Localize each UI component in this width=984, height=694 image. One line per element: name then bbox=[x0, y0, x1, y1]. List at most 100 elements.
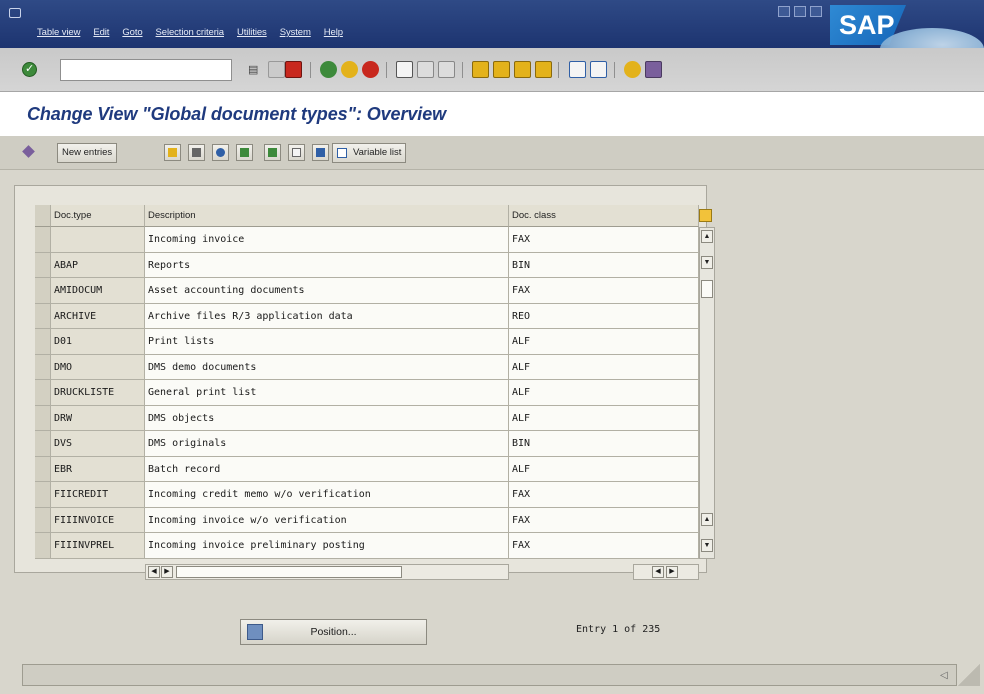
menu-goto[interactable]: Goto bbox=[122, 27, 142, 38]
layout-icon[interactable] bbox=[645, 61, 662, 78]
column-scroll-buttons[interactable]: ◀ ▶ bbox=[633, 564, 699, 580]
deselect-all-icon[interactable] bbox=[288, 144, 305, 161]
cancel-icon[interactable] bbox=[362, 61, 379, 78]
vertical-scroll-thumb[interactable] bbox=[701, 280, 713, 298]
doc-class-cell[interactable]: ALF bbox=[509, 380, 699, 406]
column-scroll-left-icon[interactable]: ◀ bbox=[652, 566, 664, 578]
row-selector[interactable] bbox=[35, 252, 51, 278]
description-cell[interactable]: Archive files R/3 application data bbox=[145, 303, 509, 329]
status-bar-toggle-icon[interactable]: ◁ bbox=[940, 670, 948, 681]
description-cell[interactable]: General print list bbox=[145, 380, 509, 406]
description-cell[interactable]: Incoming credit memo w/o verification bbox=[145, 482, 509, 508]
undo-icon[interactable] bbox=[212, 144, 229, 161]
column-header-doc-class[interactable]: Doc. class bbox=[509, 205, 699, 227]
doc-class-cell[interactable]: FAX bbox=[509, 533, 699, 559]
back-icon[interactable] bbox=[320, 61, 337, 78]
row-selector[interactable] bbox=[35, 507, 51, 533]
row-selector[interactable] bbox=[35, 278, 51, 304]
variable-list-button[interactable]: Variable list bbox=[332, 143, 407, 163]
print-icon[interactable] bbox=[396, 61, 413, 78]
description-cell[interactable]: Incoming invoice bbox=[145, 227, 509, 253]
row-selector[interactable] bbox=[35, 303, 51, 329]
description-cell[interactable]: Incoming invoice preliminary posting bbox=[145, 533, 509, 559]
select-block-icon[interactable] bbox=[264, 144, 281, 161]
enter-icon[interactable] bbox=[22, 62, 37, 77]
new-session-icon[interactable] bbox=[569, 61, 586, 78]
row-selector[interactable] bbox=[35, 354, 51, 380]
scroll-up-icon[interactable]: ▲ bbox=[701, 230, 713, 243]
description-cell[interactable]: DMS originals bbox=[145, 431, 509, 457]
close-icon[interactable] bbox=[810, 6, 822, 17]
row-selector[interactable] bbox=[35, 329, 51, 355]
menu-selection-criteria[interactable]: Selection criteria bbox=[156, 27, 225, 38]
doc-class-cell[interactable]: ALF bbox=[509, 456, 699, 482]
row-selector[interactable] bbox=[35, 533, 51, 559]
menu-table-view[interactable]: Table view bbox=[37, 27, 80, 38]
print-list-icon[interactable] bbox=[312, 144, 329, 161]
doc-class-cell[interactable]: FAX bbox=[509, 278, 699, 304]
column-scroll-right-icon[interactable]: ▶ bbox=[666, 566, 678, 578]
column-header-doc-type[interactable]: Doc.type bbox=[51, 205, 145, 227]
table-settings-icon[interactable] bbox=[699, 209, 712, 222]
doc-class-cell[interactable]: ALF bbox=[509, 405, 699, 431]
scroll-down-icon[interactable]: ▼ bbox=[701, 256, 713, 269]
delete-icon[interactable] bbox=[188, 144, 205, 161]
description-cell[interactable]: Reports bbox=[145, 252, 509, 278]
select-all-column-header[interactable] bbox=[35, 205, 51, 227]
row-selector[interactable] bbox=[35, 482, 51, 508]
row-selector[interactable] bbox=[35, 456, 51, 482]
scroll-left-icon[interactable]: ◀ bbox=[148, 566, 160, 578]
resize-grip-icon[interactable] bbox=[958, 664, 980, 686]
vertical-scrollbar[interactable]: ▲ ▼ ▲ ▼ bbox=[699, 227, 715, 559]
menu-edit[interactable]: Edit bbox=[93, 27, 109, 38]
first-page-icon[interactable] bbox=[472, 61, 489, 78]
doc-class-cell[interactable]: FAX bbox=[509, 227, 699, 253]
prev-page-icon[interactable] bbox=[493, 61, 510, 78]
command-history-icon[interactable]: ▤ bbox=[248, 63, 262, 77]
next-page-icon[interactable] bbox=[514, 61, 531, 78]
scroll-page-down-icon[interactable]: ▼ bbox=[701, 539, 713, 552]
scroll-page-up-icon[interactable]: ▲ bbox=[701, 513, 713, 526]
select-all-icon[interactable] bbox=[236, 144, 253, 161]
menu-system[interactable]: System bbox=[280, 27, 311, 38]
description-cell[interactable]: Print lists bbox=[145, 329, 509, 355]
minimize-icon[interactable] bbox=[778, 6, 790, 17]
description-cell[interactable]: Incoming invoice w/o verification bbox=[145, 507, 509, 533]
horizontal-scrollbar[interactable]: ◀ ▶ bbox=[145, 564, 509, 580]
doc-class-cell[interactable]: BIN bbox=[509, 431, 699, 457]
shortcut-icon[interactable] bbox=[590, 61, 607, 78]
description-cell[interactable]: DMS demo documents bbox=[145, 354, 509, 380]
menu-help[interactable]: Help bbox=[324, 27, 343, 38]
last-page-icon[interactable] bbox=[535, 61, 552, 78]
command-field[interactable] bbox=[60, 59, 232, 81]
save-icon[interactable] bbox=[285, 61, 302, 78]
system-menu-icon[interactable] bbox=[9, 8, 21, 18]
description-cell[interactable]: Batch record bbox=[145, 456, 509, 482]
doc-class-cell[interactable]: ALF bbox=[509, 354, 699, 380]
find-next-icon[interactable] bbox=[438, 61, 455, 78]
description-cell[interactable]: DMS objects bbox=[145, 405, 509, 431]
collapse-icon[interactable] bbox=[268, 61, 285, 78]
column-header-description[interactable]: Description bbox=[145, 205, 509, 227]
new-entries-button[interactable]: New entries bbox=[57, 143, 118, 163]
help-icon[interactable] bbox=[624, 61, 641, 78]
row-selector[interactable] bbox=[35, 227, 51, 253]
maximize-icon[interactable] bbox=[794, 6, 806, 17]
doc-class-cell[interactable]: REO bbox=[509, 303, 699, 329]
exit-icon[interactable] bbox=[341, 61, 358, 78]
display-change-icon[interactable] bbox=[21, 144, 38, 161]
find-icon[interactable] bbox=[417, 61, 434, 78]
horizontal-scroll-thumb[interactable] bbox=[176, 566, 402, 578]
scroll-right-icon[interactable]: ▶ bbox=[161, 566, 173, 578]
row-selector[interactable] bbox=[35, 380, 51, 406]
doc-class-cell[interactable]: BIN bbox=[509, 252, 699, 278]
row-selector[interactable] bbox=[35, 431, 51, 457]
doc-class-cell[interactable]: ALF bbox=[509, 329, 699, 355]
row-selector[interactable] bbox=[35, 405, 51, 431]
doc-class-cell[interactable]: FAX bbox=[509, 507, 699, 533]
doc-class-cell[interactable]: FAX bbox=[509, 482, 699, 508]
menu-utilities[interactable]: Utilities bbox=[237, 27, 267, 38]
copy-icon[interactable] bbox=[164, 144, 181, 161]
position-button[interactable]: Position... bbox=[240, 619, 427, 645]
description-cell[interactable]: Asset accounting documents bbox=[145, 278, 509, 304]
